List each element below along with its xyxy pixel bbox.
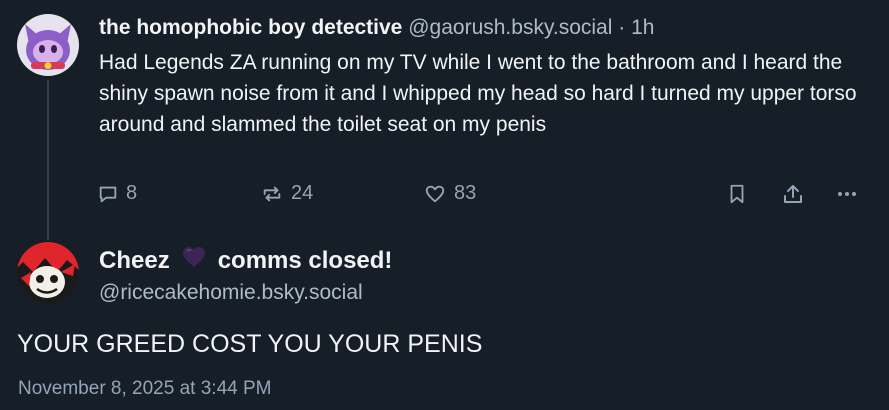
parent-post-time[interactable]: 1h — [631, 16, 654, 39]
parent-post-handle[interactable]: @gaorush.bsky.social — [408, 16, 612, 39]
display-name-part2: comms closed! — [217, 247, 393, 274]
share-upload-icon — [781, 182, 805, 206]
bookmark-icon — [726, 182, 748, 206]
focused-post-avatar[interactable] — [17, 242, 79, 304]
thread-connector-line — [47, 80, 49, 240]
like-button[interactable]: 83 — [423, 182, 476, 205]
reply-count: 8 — [126, 182, 138, 204]
focused-post-text: YOUR GREED COST YOU YOUR PENIS — [17, 330, 483, 358]
reply-button[interactable]: 8 — [97, 182, 137, 205]
share-button[interactable] — [781, 182, 805, 206]
repost-count: 24 — [291, 182, 314, 204]
parent-post[interactable]: the homophobic boy detective @gaorush.bs… — [99, 13, 879, 140]
focused-post-display-name[interactable]: Cheez comms closed! — [99, 245, 392, 277]
parent-post-actions: 8 24 83 — [97, 182, 872, 216]
more-options-button[interactable] — [835, 182, 859, 206]
parent-post-display-name[interactable]: the homophobic boy detective — [99, 16, 402, 39]
like-count: 83 — [454, 182, 477, 204]
speech-bubble-icon — [97, 183, 119, 205]
focused-post-handle[interactable]: @ricecakehomie.bsky.social — [99, 278, 392, 308]
parent-post-text: Had Legends ZA running on my TV while I … — [99, 51, 857, 136]
repost-button[interactable]: 24 — [260, 182, 313, 205]
purple-heart-emoji-icon — [182, 245, 206, 277]
parent-post-avatar[interactable] — [17, 14, 79, 76]
parent-post-header: the homophobic boy detective @gaorush.bs… — [99, 13, 879, 43]
focused-post-date[interactable]: November 8, 2025 at 3:44 PM — [18, 375, 271, 403]
bookmark-button[interactable] — [726, 182, 748, 206]
focused-post-header: Cheez comms closed! @ricecakehomie.bsky.… — [99, 245, 392, 308]
heart-outline-icon — [423, 183, 447, 205]
header-separator: · — [618, 16, 626, 39]
ellipsis-icon — [835, 182, 859, 206]
display-name-part1: Cheez — [99, 247, 170, 274]
repost-arrows-icon — [260, 183, 284, 205]
